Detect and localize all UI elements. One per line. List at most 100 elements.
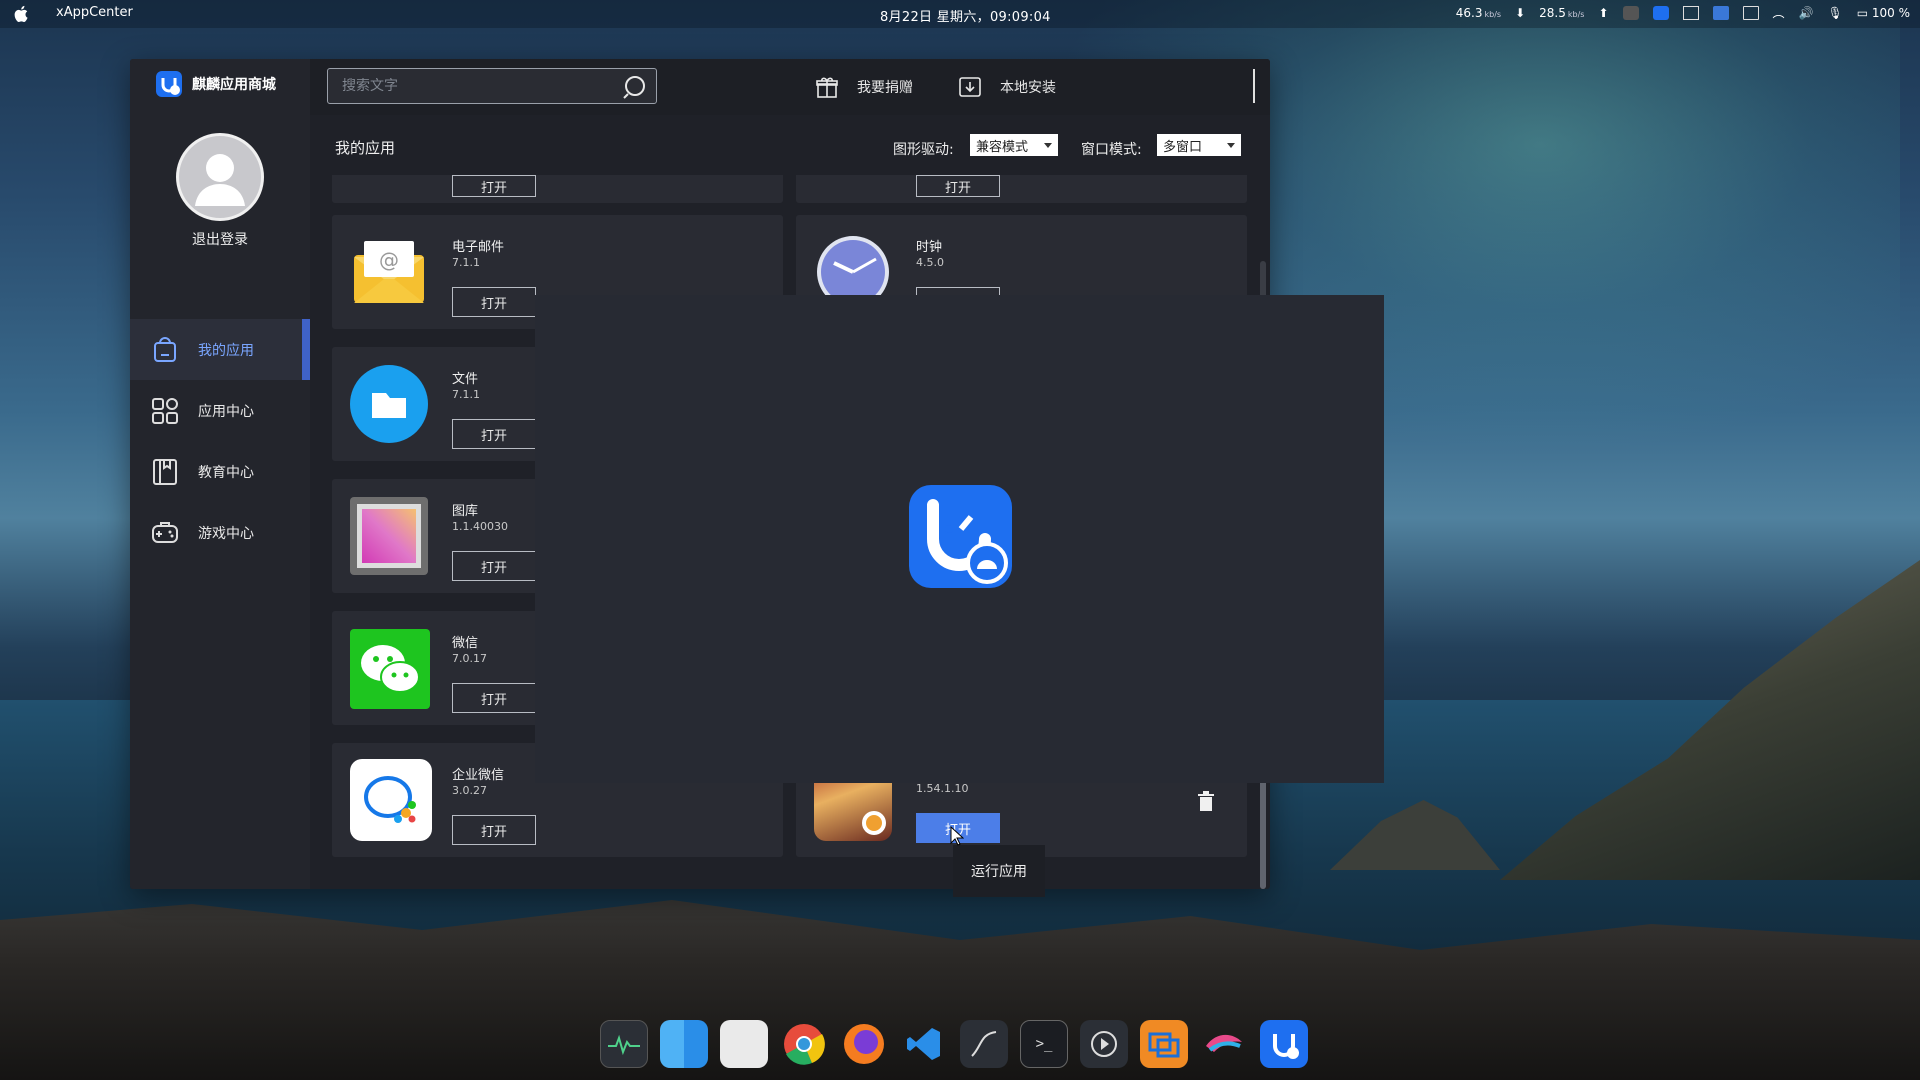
video-player-icon[interactable] — [1080, 1020, 1128, 1068]
brand: 麒麟应用商城 — [156, 71, 276, 97]
app-version: 7.1.1 — [452, 256, 480, 269]
open-button[interactable]: 打开 — [452, 815, 536, 845]
sidebar-item-games[interactable]: 游戏中心 — [130, 502, 310, 563]
chevron-down-icon — [1044, 142, 1052, 148]
terminal-icon[interactable]: >_ — [1020, 1020, 1068, 1068]
wifi-icon[interactable]: ︵ — [1773, 4, 1785, 21]
chevron-down-icon — [1227, 142, 1235, 148]
gift-icon — [816, 77, 838, 98]
search-input[interactable] — [342, 78, 612, 94]
kylin-store-dock-icon[interactable] — [1260, 1020, 1308, 1068]
search-icon[interactable] — [622, 74, 648, 100]
local-install-button[interactable]: 本地安装 — [958, 75, 1056, 99]
kylin-android-logo-icon — [909, 485, 1012, 588]
donate-button[interactable]: 我要捐赠 — [815, 75, 913, 99]
book-tray-icon[interactable] — [1742, 5, 1759, 20]
arrow-down-icon: ⬇ — [1515, 5, 1526, 20]
display-tray-icon[interactable] — [1712, 5, 1729, 20]
apps-grid-icon — [152, 397, 178, 424]
inkscape-icon[interactable] — [960, 1020, 1008, 1068]
text-editor-icon[interactable] — [720, 1020, 768, 1068]
system-monitor-icon[interactable] — [600, 1020, 648, 1068]
apple-menu-icon[interactable] — [14, 5, 30, 23]
open-button[interactable]: 打开 — [452, 175, 536, 197]
tray-app-icon[interactable] — [1622, 5, 1639, 20]
app-card: 打开 — [796, 175, 1247, 203]
kylin-store-logo-icon — [156, 71, 182, 97]
gallery-app-icon — [350, 497, 428, 575]
sidebar-item-label: 应用中心 — [198, 403, 254, 420]
files-app-icon — [350, 365, 428, 443]
microphone-icon[interactable]: 🎙 — [1827, 6, 1842, 20]
trash-icon[interactable] — [1197, 791, 1215, 811]
arrow-up-icon: ⬆ — [1598, 5, 1609, 20]
sidebar: 麒麟应用商城 退出登录 我的应用 应用中心 教育中心 游戏中心 — [130, 59, 310, 889]
wechat-app-icon — [350, 629, 430, 709]
sidebar-item-my-apps[interactable]: 我的应用 — [130, 319, 310, 380]
header-divider — [1253, 69, 1255, 103]
app-version: 3.0.27 — [452, 784, 487, 797]
local-install-label: 本地安装 — [1000, 80, 1056, 96]
app-version: 4.5.0 — [916, 256, 944, 269]
gamepad-icon — [152, 521, 178, 543]
sidebar-nav: 我的应用 应用中心 教育中心 游戏中心 — [130, 319, 310, 563]
user-avatar[interactable] — [176, 133, 264, 221]
brand-name: 麒麟应用商城 — [192, 77, 276, 93]
app-card: 打开 — [332, 175, 783, 203]
battery-icon: ▭ — [1856, 5, 1869, 20]
search-box — [327, 68, 657, 104]
net-up-speed: 28.5 kb/s — [1539, 5, 1585, 20]
app-name: 电子邮件 — [452, 240, 505, 255]
kylin-store-tray-icon[interactable] — [1652, 5, 1669, 20]
mouse-cursor-icon — [950, 826, 964, 846]
donate-label: 我要捐赠 — [857, 80, 913, 96]
wecom-app-icon — [350, 759, 432, 841]
open-button[interactable]: 打开 — [452, 419, 536, 449]
graphics-driver-select[interactable]: 兼容模式 — [970, 134, 1058, 156]
book-icon — [153, 458, 177, 485]
graphics-driver-label: 图形驱动: — [893, 142, 954, 158]
sidebar-item-label: 教育中心 — [198, 464, 254, 481]
sidebar-item-education[interactable]: 教育中心 — [130, 441, 310, 502]
app-version: 7.1.1 — [452, 388, 480, 401]
volume-icon[interactable]: 🔊 — [1799, 6, 1814, 20]
app-name: 微信 — [452, 636, 479, 651]
email-app-icon: @ — [350, 233, 428, 311]
open-button[interactable]: 打开 — [452, 551, 536, 581]
app-name: 文件 — [452, 372, 479, 387]
open-button[interactable]: 打开 — [916, 175, 1000, 197]
app-name: 时钟 — [916, 240, 943, 255]
net-down-speed: 46.3 kb/s — [1455, 5, 1502, 20]
sidebar-item-label: 游戏中心 — [198, 525, 254, 542]
active-app-name[interactable]: xAppCenter — [56, 5, 133, 20]
download-box-icon — [959, 77, 981, 97]
kingfisher-icon[interactable] — [1200, 1020, 1248, 1068]
window-mode-value: 多窗口 — [1163, 139, 1203, 155]
sidebar-item-label: 我的应用 — [198, 342, 254, 359]
chrome-icon[interactable] — [780, 1020, 828, 1068]
app-version: 1.54.1.10 — [916, 782, 969, 795]
app-version: 1.1.40030 — [452, 520, 508, 533]
finder-icon[interactable] — [660, 1020, 708, 1068]
window-header: 我要捐赠 本地安装 — [310, 59, 1270, 115]
app-launch-splash — [535, 295, 1384, 783]
logout-link[interactable]: 退出登录 — [130, 229, 310, 249]
clock[interactable]: 8月22日 星期六，09:09:04 — [880, 6, 1051, 25]
vscode-icon[interactable] — [900, 1020, 948, 1068]
open-button[interactable]: 打开 — [452, 287, 536, 317]
system-tray: 46.3 kb/s ⬇ 28.5 kb/s ⬆ ︵ 🔊 🎙 ▭ 100 % — [1456, 4, 1910, 21]
graphics-driver-value: 兼容模式 — [976, 139, 1029, 155]
screenshot-tray-icon[interactable] — [1682, 5, 1699, 20]
open-button[interactable]: 打开 — [452, 683, 536, 713]
window-mode-select[interactable]: 多窗口 — [1157, 134, 1241, 156]
refresh-icon[interactable] — [1269, 75, 1270, 97]
sidebar-item-app-center[interactable]: 应用中心 — [130, 380, 310, 441]
app-name: 企业微信 — [452, 768, 505, 783]
dock: >_ — [600, 1016, 1308, 1072]
app-name: 图库 — [452, 504, 479, 519]
window-mode-label: 窗口模式: — [1081, 142, 1142, 158]
firefox-icon[interactable] — [840, 1020, 888, 1068]
battery-indicator[interactable]: ▭ 100 % — [1857, 6, 1910, 20]
page-title: 我的应用 — [335, 139, 396, 157]
remote-desktop-icon[interactable] — [1140, 1020, 1188, 1068]
